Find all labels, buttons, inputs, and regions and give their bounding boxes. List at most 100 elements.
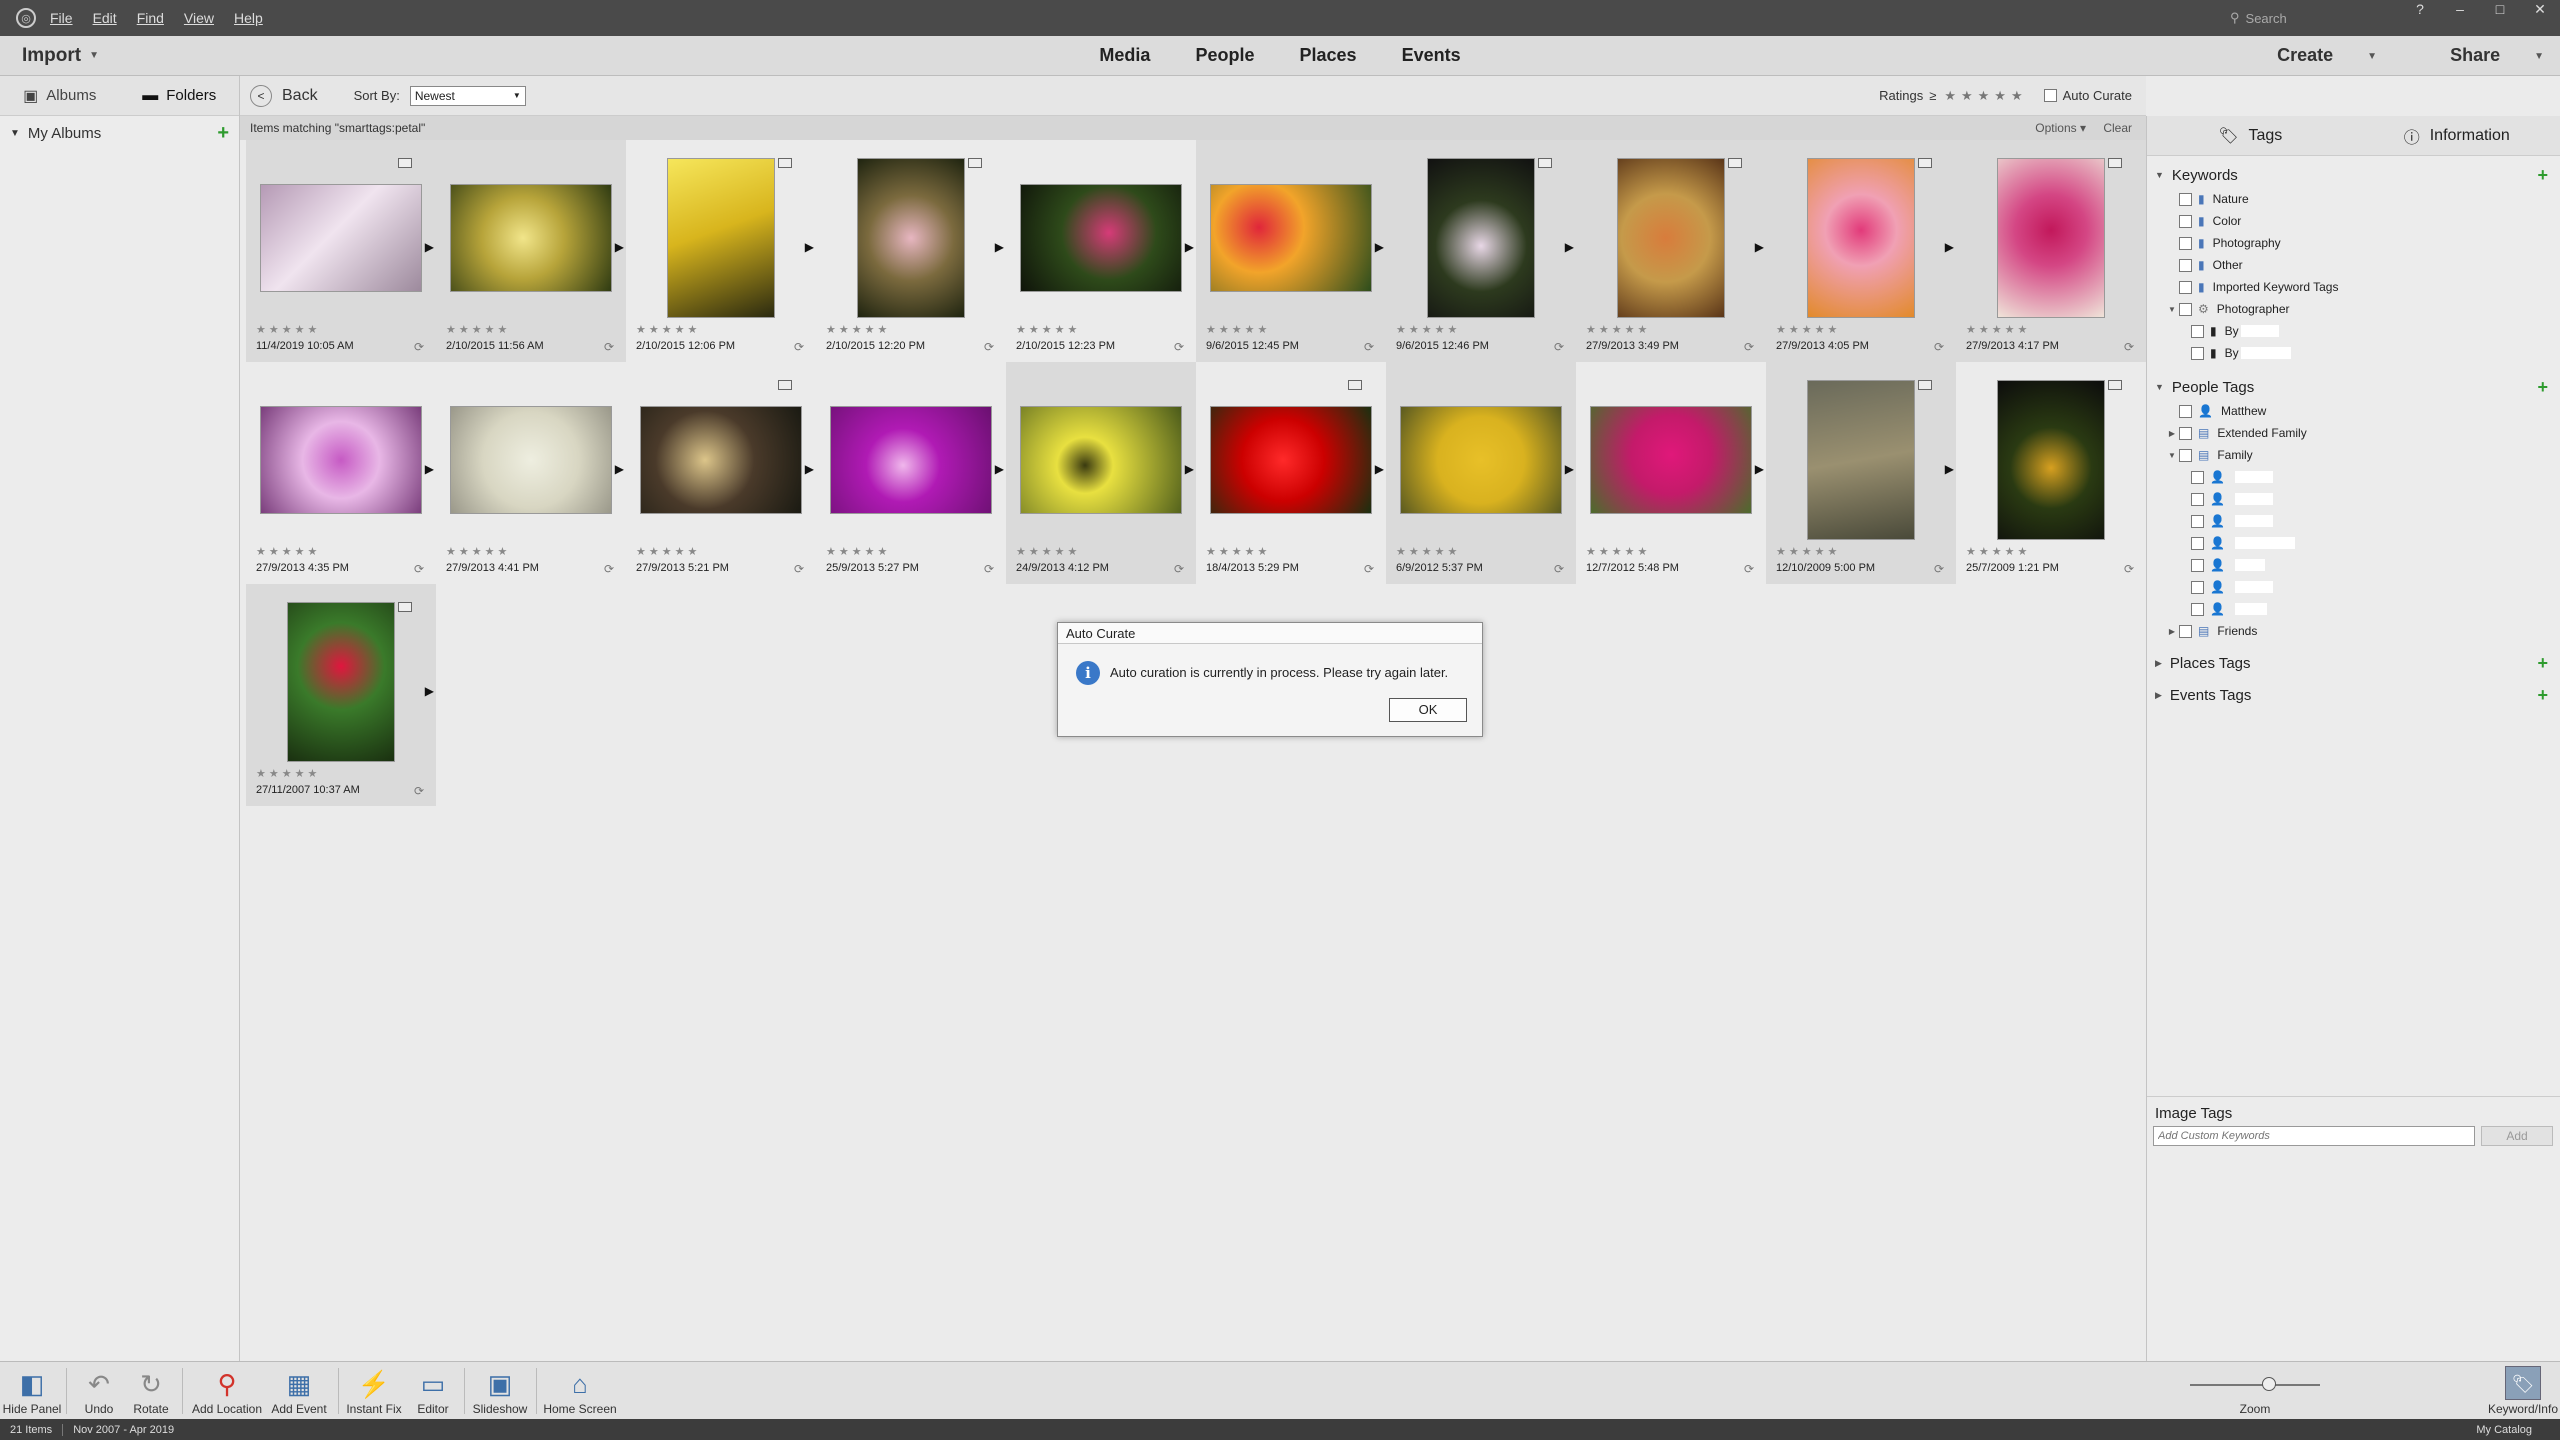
media-thumbnail[interactable]: ▶ ★★★★★ 2/10/2015 12:06 PM ⟳ <box>626 140 816 362</box>
media-thumbnail[interactable]: ▶ ★★★★★ 12/7/2012 5:48 PM ⟳ <box>1576 362 1766 584</box>
rating-stars[interactable]: ★★★★★ <box>1586 323 1650 336</box>
expand-triangle-icon[interactable]: ▶ <box>2155 690 2162 701</box>
rating-stars[interactable]: ★★★★★ <box>1206 545 1270 558</box>
keyword-row-by-2[interactable]: ▮ By <box>2147 342 2560 364</box>
people-row-redacted[interactable]: 👤 <box>2147 532 2560 554</box>
keyword-row-photography[interactable]: ▮ Photography <box>2147 232 2560 254</box>
menu-find[interactable]: Find <box>137 10 164 26</box>
keyword-checkbox[interactable] <box>2179 280 2192 294</box>
people-row-redacted[interactable]: 👤 <box>2147 598 2560 620</box>
thumbnail-image[interactable] <box>1997 158 2105 318</box>
expand-triangle-icon[interactable]: ▶ <box>2165 429 2179 438</box>
collapse-triangle-icon[interactable]: ▼ <box>2155 170 2164 180</box>
media-thumbnail[interactable]: ★★★★★ 25/7/2009 1:21 PM ⟳ <box>1956 362 2146 584</box>
rating-stars[interactable]: ★★★★★ <box>1396 545 1460 558</box>
zoom-slider-handle[interactable] <box>2262 1377 2276 1391</box>
instant-fix-button[interactable]: ⚡ Instant Fix <box>342 1366 406 1416</box>
menu-view[interactable]: View <box>184 10 214 26</box>
auto-curate-checkbox[interactable] <box>2043 89 2057 102</box>
my-albums-row[interactable]: ▼ My Albums + <box>0 116 239 150</box>
create-button[interactable]: Create ▼ <box>2243 45 2377 65</box>
media-thumbnail[interactable]: ▶ ★★★★★ 25/9/2013 5:27 PM ⟳ <box>816 362 1006 584</box>
thumbnail-image[interactable] <box>1807 158 1915 318</box>
home-screen-button[interactable]: ⌂ Home Screen <box>540 1366 620 1416</box>
keyword-row-other[interactable]: ▮ Other <box>2147 254 2560 276</box>
people-checkbox[interactable] <box>2191 514 2204 528</box>
people-checkbox[interactable] <box>2179 624 2192 638</box>
media-thumbnail[interactable]: ▶ ★★★★★ 12/10/2009 5:00 PM ⟳ <box>1766 362 1956 584</box>
rating-stars[interactable]: ★★★★★ <box>256 767 320 780</box>
expand-stack-arrow-icon[interactable]: ▶ <box>1375 462 1384 476</box>
expand-stack-arrow-icon[interactable]: ▶ <box>425 462 434 476</box>
thumbnail-image[interactable] <box>450 184 612 292</box>
media-thumbnail[interactable]: ▶ ★★★★★ 6/9/2012 5:37 PM ⟳ <box>1386 362 1576 584</box>
expand-stack-arrow-icon[interactable]: ▶ <box>1565 462 1574 476</box>
add-keyword-icon[interactable]: + <box>2537 165 2548 186</box>
rating-stars[interactable]: ★★★★★ <box>1206 323 1270 336</box>
people-row-friends[interactable]: ▶ ▤ Friends <box>2147 620 2560 642</box>
people-checkbox[interactable] <box>2179 448 2192 462</box>
rating-stars[interactable]: ★★★★★ <box>1586 545 1650 558</box>
thumbnail-image[interactable] <box>640 406 802 514</box>
ok-button[interactable]: OK <box>1389 698 1467 722</box>
people-row-redacted[interactable]: 👤 <box>2147 576 2560 598</box>
events-tags-section[interactable]: ▶ Events Tags + <box>2147 682 2560 708</box>
menu-file[interactable]: File <box>50 10 73 26</box>
add-events-tag-icon[interactable]: + <box>2537 685 2548 706</box>
collapse-triangle-icon[interactable]: ▼ <box>2165 305 2179 314</box>
add-places-tag-icon[interactable]: + <box>2537 653 2548 674</box>
editor-button[interactable]: ▭ Editor <box>406 1366 460 1416</box>
people-checkbox[interactable] <box>2179 426 2192 440</box>
expand-stack-arrow-icon[interactable]: ▶ <box>995 462 1004 476</box>
keyword-row-nature[interactable]: ▮ Nature <box>2147 188 2560 210</box>
maximize-icon[interactable]: □ <box>2480 0 2520 20</box>
nav-people[interactable]: People <box>1195 45 1254 65</box>
expand-stack-arrow-icon[interactable]: ▶ <box>1945 240 1954 254</box>
expand-triangle-icon[interactable]: ▶ <box>2155 658 2162 669</box>
media-thumbnail[interactable]: ▶ ★★★★★ 27/9/2013 4:35 PM ⟳ <box>246 362 436 584</box>
expand-stack-arrow-icon[interactable]: ▶ <box>805 462 814 476</box>
media-thumbnail[interactable]: ▶ ★★★★★ 2/10/2015 11:56 AM ⟳ <box>436 140 626 362</box>
tab-albums[interactable]: ▣ Albums <box>0 86 120 106</box>
media-thumbnail[interactable]: ▶ ★★★★★ 11/4/2019 10:05 AM ⟳ <box>246 140 436 362</box>
rating-stars[interactable]: ★★★★★ <box>1396 323 1460 336</box>
rating-stars[interactable]: ★★★★★ <box>256 545 320 558</box>
keyword-row-imported[interactable]: ▮ Imported Keyword Tags <box>2147 276 2560 298</box>
people-row-redacted[interactable]: 👤 <box>2147 510 2560 532</box>
expand-stack-arrow-icon[interactable]: ▶ <box>1185 462 1194 476</box>
back-button[interactable]: < Back <box>250 84 318 107</box>
rating-stars[interactable]: ★★★★★ <box>636 545 700 558</box>
media-thumbnail[interactable]: ▶ ★★★★★ 18/4/2013 5:29 PM ⟳ <box>1196 362 1386 584</box>
rating-stars[interactable]: ★★★★★ <box>1016 545 1080 558</box>
keyword-checkbox[interactable] <box>2179 302 2192 316</box>
tab-tags[interactable]: 🏷 Tags <box>2147 126 2354 146</box>
rating-stars[interactable]: ★★★★★ <box>1776 323 1840 336</box>
thumbnail-image[interactable] <box>1020 406 1182 514</box>
add-keyword-button[interactable]: Add <box>2481 1126 2553 1146</box>
rating-stars[interactable]: ★★★★★ <box>1016 323 1080 336</box>
minimize-icon[interactable]: – <box>2440 0 2480 20</box>
thumbnail-image[interactable] <box>1997 380 2105 540</box>
media-thumbnail[interactable]: ▶ ★★★★★ 9/6/2015 12:46 PM ⟳ <box>1386 140 1576 362</box>
people-row-family[interactable]: ▼ ▤ Family <box>2147 444 2560 466</box>
close-icon[interactable]: ✕ <box>2520 0 2560 20</box>
keyword-checkbox[interactable] <box>2179 214 2192 228</box>
rating-stars[interactable]: ★★★★★ <box>826 323 890 336</box>
keyword-checkbox[interactable] <box>2179 258 2192 272</box>
expand-stack-arrow-icon[interactable]: ▶ <box>1945 462 1954 476</box>
expand-stack-arrow-icon[interactable]: ▶ <box>1755 462 1764 476</box>
options-button[interactable]: Options ▾ <box>2035 121 2086 135</box>
custom-keywords-input[interactable] <box>2153 1126 2475 1146</box>
media-thumbnail[interactable]: ★★★★★ 27/9/2013 4:17 PM ⟳ <box>1956 140 2146 362</box>
thumbnail-image[interactable] <box>1020 184 1182 292</box>
search-field[interactable]: ⚲ Search <box>2230 8 2380 28</box>
sort-by-select[interactable]: Newest ▼ <box>409 85 526 106</box>
rating-stars[interactable]: ★★★★★ <box>446 323 510 336</box>
nav-media[interactable]: Media <box>1099 45 1150 65</box>
thumbnail-image[interactable] <box>1400 406 1562 514</box>
expand-stack-arrow-icon[interactable]: ▶ <box>805 240 814 254</box>
collapse-triangle-icon[interactable]: ▼ <box>2165 451 2179 460</box>
expand-stack-arrow-icon[interactable]: ▶ <box>995 240 1004 254</box>
people-checkbox[interactable] <box>2191 602 2204 616</box>
media-thumbnail[interactable]: ▶ ★★★★★ 27/9/2013 3:49 PM ⟳ <box>1576 140 1766 362</box>
